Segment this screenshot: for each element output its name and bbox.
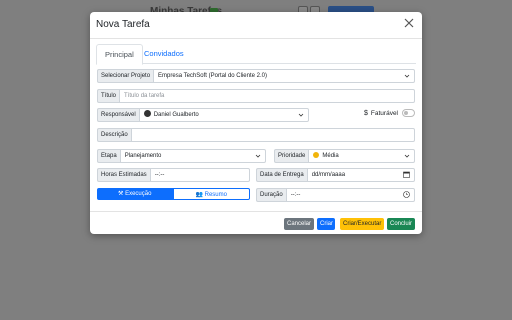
billable-toggle-group: $ Faturável [364, 108, 416, 118]
create-button[interactable]: Criar [317, 218, 335, 230]
modal-title: Nova Tarefa [96, 19, 150, 30]
tab-bar: Principal Convidados [96, 44, 416, 65]
estimated-hours-value: --:-- [154, 172, 165, 178]
stage-value: Planejamento [124, 153, 162, 159]
duration-value: --:-- [290, 192, 301, 198]
estimated-hours-group: Horas Estimadas --:-- [97, 168, 250, 182]
summary-label: Resumo [204, 192, 227, 198]
responsible-label: Responsável [97, 108, 139, 122]
stage-label: Etapa [97, 149, 120, 163]
summary-mode-button[interactable]: 👥 Resumo [172, 188, 250, 200]
clock-icon [403, 191, 410, 198]
create-execute-button[interactable]: Criar/Executar [340, 218, 384, 230]
due-date-value: dd/mm/aaaa [311, 172, 346, 178]
project-label: Selecionar Projeto [97, 69, 154, 83]
duration-label: Duração [256, 188, 286, 202]
priority-label: Prioridade [274, 149, 309, 163]
duration-group: Duração --:-- [256, 188, 415, 202]
chevron-down-icon [404, 74, 410, 78]
mode-toggle: ⚒ Execução 👥 Resumo [97, 188, 250, 200]
billable-toggle[interactable] [402, 109, 416, 117]
due-date-input[interactable]: dd/mm/aaaa [306, 168, 415, 182]
duration-input[interactable]: --:-- [285, 188, 415, 202]
description-group: Descrição [97, 128, 415, 142]
chevron-down-icon [404, 154, 410, 158]
responsible-select[interactable]: Daniel Gualberto [138, 108, 309, 122]
project-value: Empresa TechSoft (Portal do Cliente 2.0) [158, 73, 267, 79]
chevron-down-icon [255, 154, 261, 158]
priority-value: Média [322, 153, 339, 159]
stage-group: Etapa Planejamento [97, 149, 266, 163]
complete-button[interactable]: Concluir [387, 218, 415, 230]
due-date-group: Data de Entrega dd/mm/aaaa [256, 168, 415, 182]
estimated-hours-input[interactable]: --:-- [149, 168, 250, 182]
billable-label: Faturável [370, 109, 399, 117]
stage-select[interactable]: Planejamento [119, 149, 266, 163]
priority-medium-icon [313, 152, 320, 158]
description-input[interactable] [130, 128, 415, 142]
responsible-value: Daniel Gualberto [153, 112, 199, 118]
estimated-hours-label: Horas Estimadas [97, 168, 150, 182]
title-input[interactable]: Título da tarefa [119, 89, 415, 103]
cancel-button[interactable]: Cancelar [284, 218, 314, 230]
project-select-group: Selecionar Projeto Empresa TechSoft (Por… [97, 69, 415, 83]
title-group: Título Título da tarefa [97, 89, 415, 103]
title-label: Título [97, 89, 120, 103]
priority-group: Prioridade Média [274, 149, 415, 163]
due-date-label: Data de Entrega [256, 168, 307, 182]
description-label: Descrição [97, 128, 131, 142]
modal-header: Nova Tarefa [90, 12, 422, 39]
new-task-modal: Nova Tarefa Principal Convidados Selecio… [90, 12, 422, 234]
close-icon[interactable] [403, 17, 415, 29]
project-select[interactable]: Empresa TechSoft (Portal do Cliente 2.0) [153, 69, 415, 83]
responsible-group: Responsável Daniel Gualberto [97, 108, 309, 122]
avatar [143, 110, 151, 117]
execution-mode-button[interactable]: ⚒ Execução [97, 188, 173, 200]
modal-footer: Cancelar Criar Criar/Executar Concluir [90, 211, 422, 235]
priority-select[interactable]: Média [308, 149, 415, 163]
calendar-icon[interactable] [403, 171, 410, 178]
dollar-icon: $ [364, 109, 368, 117]
chevron-down-icon [298, 113, 304, 117]
execution-label: Execução [125, 191, 152, 197]
tab-convidados[interactable]: Convidados [136, 44, 192, 63]
